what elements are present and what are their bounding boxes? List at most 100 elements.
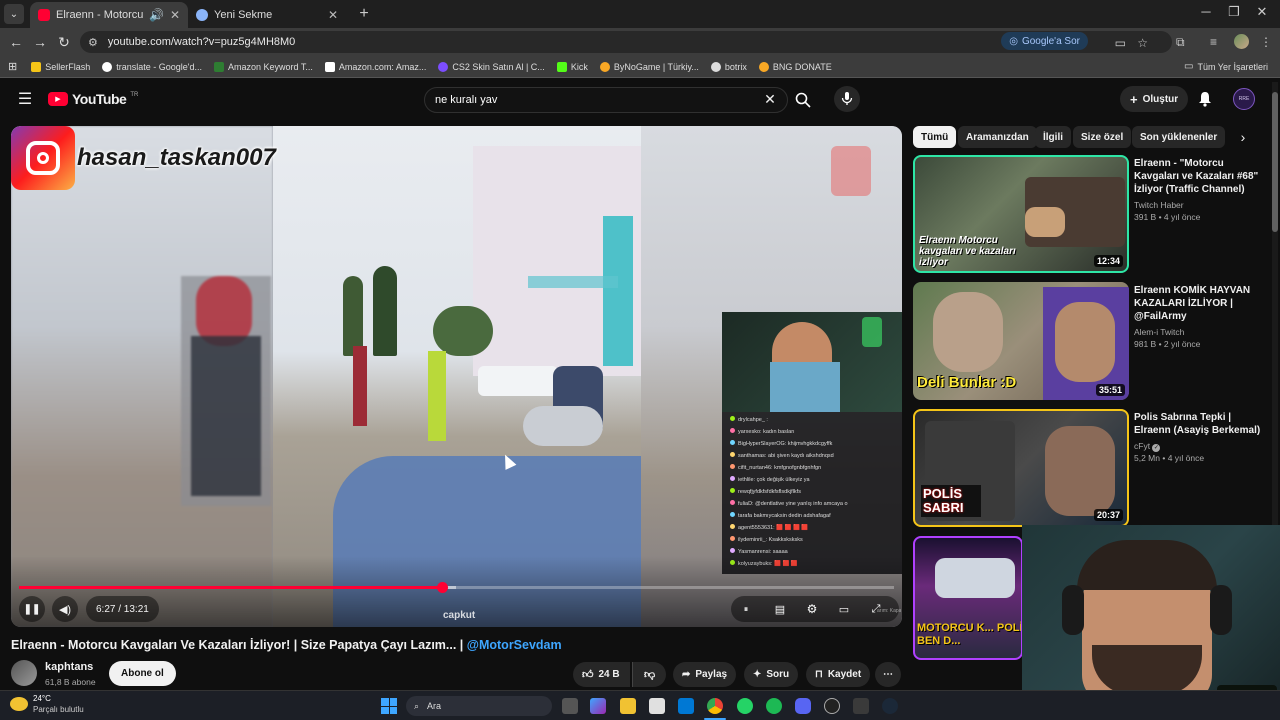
chat-badge-icon xyxy=(730,416,735,421)
chip-from-search[interactable]: Aramanızdan xyxy=(958,126,1037,148)
bookmark-item[interactable]: Kick xyxy=(556,61,588,72)
pause-button[interactable]: ❚❚ xyxy=(19,596,45,622)
channel-avatar[interactable] xyxy=(11,660,37,686)
chevron-right-icon[interactable]: › xyxy=(1232,126,1254,148)
thumbnail[interactable]: MOTORCU K... POLİSİM BEN D... xyxy=(913,536,1023,660)
save-button[interactable]: ⊓ Kaydet xyxy=(806,662,871,687)
voice-search-button[interactable] xyxy=(834,86,860,112)
menu-dots-icon[interactable]: ⋮ xyxy=(1260,35,1272,49)
more-actions-button[interactable]: ⋯ xyxy=(875,662,901,687)
copilot-icon[interactable] xyxy=(590,698,606,714)
task-view-icon[interactable] xyxy=(562,698,578,714)
chip-for-you[interactable]: Size özel xyxy=(1073,126,1132,148)
extensions-icon[interactable]: ⧉ xyxy=(1176,35,1185,50)
theater-mode-icon[interactable]: ▭ xyxy=(835,600,853,618)
recommendation-title[interactable]: Polis Sabrına Tepki | Elraenn (Asayiş Be… xyxy=(1134,411,1264,437)
chat-message: rewqfjyfdkfsfdkfsflsdkjflkfs xyxy=(730,488,801,495)
apps-grid-icon[interactable]: ⊞ xyxy=(8,60,17,73)
settings-gear-icon[interactable]: ⚙ xyxy=(803,600,821,618)
store-icon[interactable] xyxy=(649,698,665,714)
restore-icon[interactable]: ❐ xyxy=(1224,4,1244,20)
tab-search-icon[interactable]: ⌄ xyxy=(4,4,24,24)
audio-playing-icon[interactable]: 🔊 xyxy=(149,8,164,22)
minimize-icon[interactable]: ─ xyxy=(1196,4,1216,19)
close-tab-icon[interactable]: ✕ xyxy=(170,8,180,22)
scrollbar-thumb[interactable] xyxy=(1272,92,1278,232)
search-button[interactable] xyxy=(792,89,814,111)
reload-icon[interactable]: ↻ xyxy=(52,34,76,51)
address-bar[interactable]: ⚙ youtube.com/watch?v=puz5g4MH8M0 ◎ Goog… xyxy=(80,31,1172,53)
outlook-icon[interactable] xyxy=(678,698,694,714)
scrubber-handle[interactable] xyxy=(437,582,448,593)
bookmark-item[interactable]: ByNoGame | Türkiy... xyxy=(599,61,699,72)
site-info-icon[interactable]: ⚙ xyxy=(88,36,98,49)
bookmark-item[interactable]: CS2 Skin Satın Al | C... xyxy=(438,61,545,72)
tab-youtube[interactable]: Elraenn - Motorcu Kavgaları 🔊 ✕ xyxy=(30,2,188,28)
chat-badge-icon xyxy=(730,476,735,481)
google-sor-button[interactable]: ◎ Google'a Sor xyxy=(1001,32,1088,50)
new-tab-button[interactable]: + xyxy=(352,2,376,26)
reading-list-icon[interactable]: ≡ xyxy=(1210,35,1217,49)
bookmark-item[interactable]: translate - Google'd... xyxy=(102,61,202,72)
create-button[interactable]: + Oluştur xyxy=(1120,86,1189,112)
google-icon xyxy=(102,61,113,72)
bookmark-star-icon[interactable]: ☆ xyxy=(1137,36,1148,50)
thumbnail[interactable]: POLİS SABRI 20:37 xyxy=(913,409,1129,527)
subscribe-button[interactable]: Abone ol xyxy=(109,661,176,686)
recommendation-title[interactable]: Elraenn - "Motorcu Kavgaları ve Kazaları… xyxy=(1134,157,1264,196)
taskbar-search[interactable]: ⌕ Ara xyxy=(406,696,552,716)
youtube-logo[interactable]: ▶ YouTube TR xyxy=(48,91,138,107)
share-button[interactable]: ➦ Paylaş xyxy=(673,662,737,687)
forward-icon[interactable]: → xyxy=(28,34,52,50)
spotify-icon[interactable] xyxy=(766,698,782,714)
channel-avatar[interactable]: RRE xyxy=(1233,88,1255,110)
bookmark-item[interactable]: Amazon.com: Amaz... xyxy=(324,61,426,72)
recommendation-item[interactable]: POLİS SABRI 20:37 Polis Sabrına Tepki | … xyxy=(913,409,1273,529)
bookmark-item[interactable]: Amazon Keyword T... xyxy=(214,61,313,72)
bookmark-item[interactable]: SellerFlash xyxy=(31,61,90,72)
subtitles-icon[interactable]: ▤ xyxy=(771,600,789,618)
chip-recent[interactable]: Son yüklenenler xyxy=(1132,126,1226,148)
whatsapp-icon[interactable] xyxy=(737,698,753,714)
discord-icon[interactable] xyxy=(795,698,811,714)
steam-icon[interactable] xyxy=(882,698,898,714)
chip-related[interactable]: İlgili xyxy=(1035,126,1071,148)
file-explorer-icon[interactable] xyxy=(620,698,636,714)
app-icon[interactable] xyxy=(853,698,869,714)
volume-button[interactable]: ◀) xyxy=(52,596,78,622)
clear-search-icon[interactable]: ✕ xyxy=(762,91,778,107)
progress-track[interactable] xyxy=(19,582,894,593)
like-button[interactable]: 👍︎ 24 B xyxy=(573,662,630,687)
obs-icon[interactable] xyxy=(824,698,840,714)
thumbnail[interactable]: Deli Bunlar :D 35:51 xyxy=(913,282,1129,400)
cast-icon[interactable]: ▭ xyxy=(1115,36,1126,50)
thumbnail-overlay-text: Elraenn Motorcu kavgaları ve kazaları iz… xyxy=(919,235,1016,268)
windows-start-icon[interactable] xyxy=(381,698,397,714)
stream-chat: drylcahpe_ : yarxesko: kadın basları BigHy… xyxy=(722,412,902,574)
recommendation-item[interactable]: Deli Bunlar :D 35:51 Elraenn KOMİK HAYVA… xyxy=(913,282,1273,402)
bookmark-item[interactable]: botrix xyxy=(710,61,747,72)
bookmark-item[interactable]: BNG DONATE xyxy=(758,61,832,72)
thumbnail[interactable]: Elraenn Motorcu kavgaları ve kazaları iz… xyxy=(913,155,1129,273)
chip-all[interactable]: Tümü xyxy=(913,126,957,148)
autoplay-toggle-icon[interactable]: ⏸ xyxy=(737,600,755,618)
close-tab-icon[interactable]: ✕ xyxy=(328,8,338,22)
channel-name[interactable]: kaphtans xyxy=(45,661,93,673)
video-player[interactable]: hasan_taskan007 drylcahpe_ : yarxesko: ka… xyxy=(11,126,902,627)
tab-new[interactable]: Yeni Sekme ✕ xyxy=(188,2,346,28)
weather-description[interactable]: Parçalı bulutlu xyxy=(33,705,84,714)
search-input[interactable]: ne kuralı yav xyxy=(424,87,788,113)
chrome-icon[interactable] xyxy=(707,698,723,714)
recommendation-item[interactable]: Elraenn Motorcu kavgaları ve kazaları iz… xyxy=(913,155,1273,275)
hamburger-menu-icon[interactable]: ☰ xyxy=(16,90,34,108)
close-window-icon[interactable]: ✕ xyxy=(1252,4,1272,20)
dislike-button[interactable]: 👎︎ xyxy=(632,662,667,687)
back-icon[interactable]: ← xyxy=(4,34,28,50)
notifications-button[interactable] xyxy=(1196,90,1214,108)
recommendation-title[interactable]: Elraenn KOMİK HAYVAN KAZALARI İZLİYOR | … xyxy=(1134,284,1264,323)
thumbnail-overlay-text: POLİS SABRI xyxy=(921,485,981,517)
channel-tag-link[interactable]: @MotorSevdam xyxy=(467,638,562,652)
all-bookmarks-folder[interactable]: ▭ Tüm Yer İşaretleri xyxy=(1184,61,1268,72)
ask-button[interactable]: ✦ Soru xyxy=(744,662,799,687)
profile-avatar[interactable] xyxy=(1234,34,1249,49)
